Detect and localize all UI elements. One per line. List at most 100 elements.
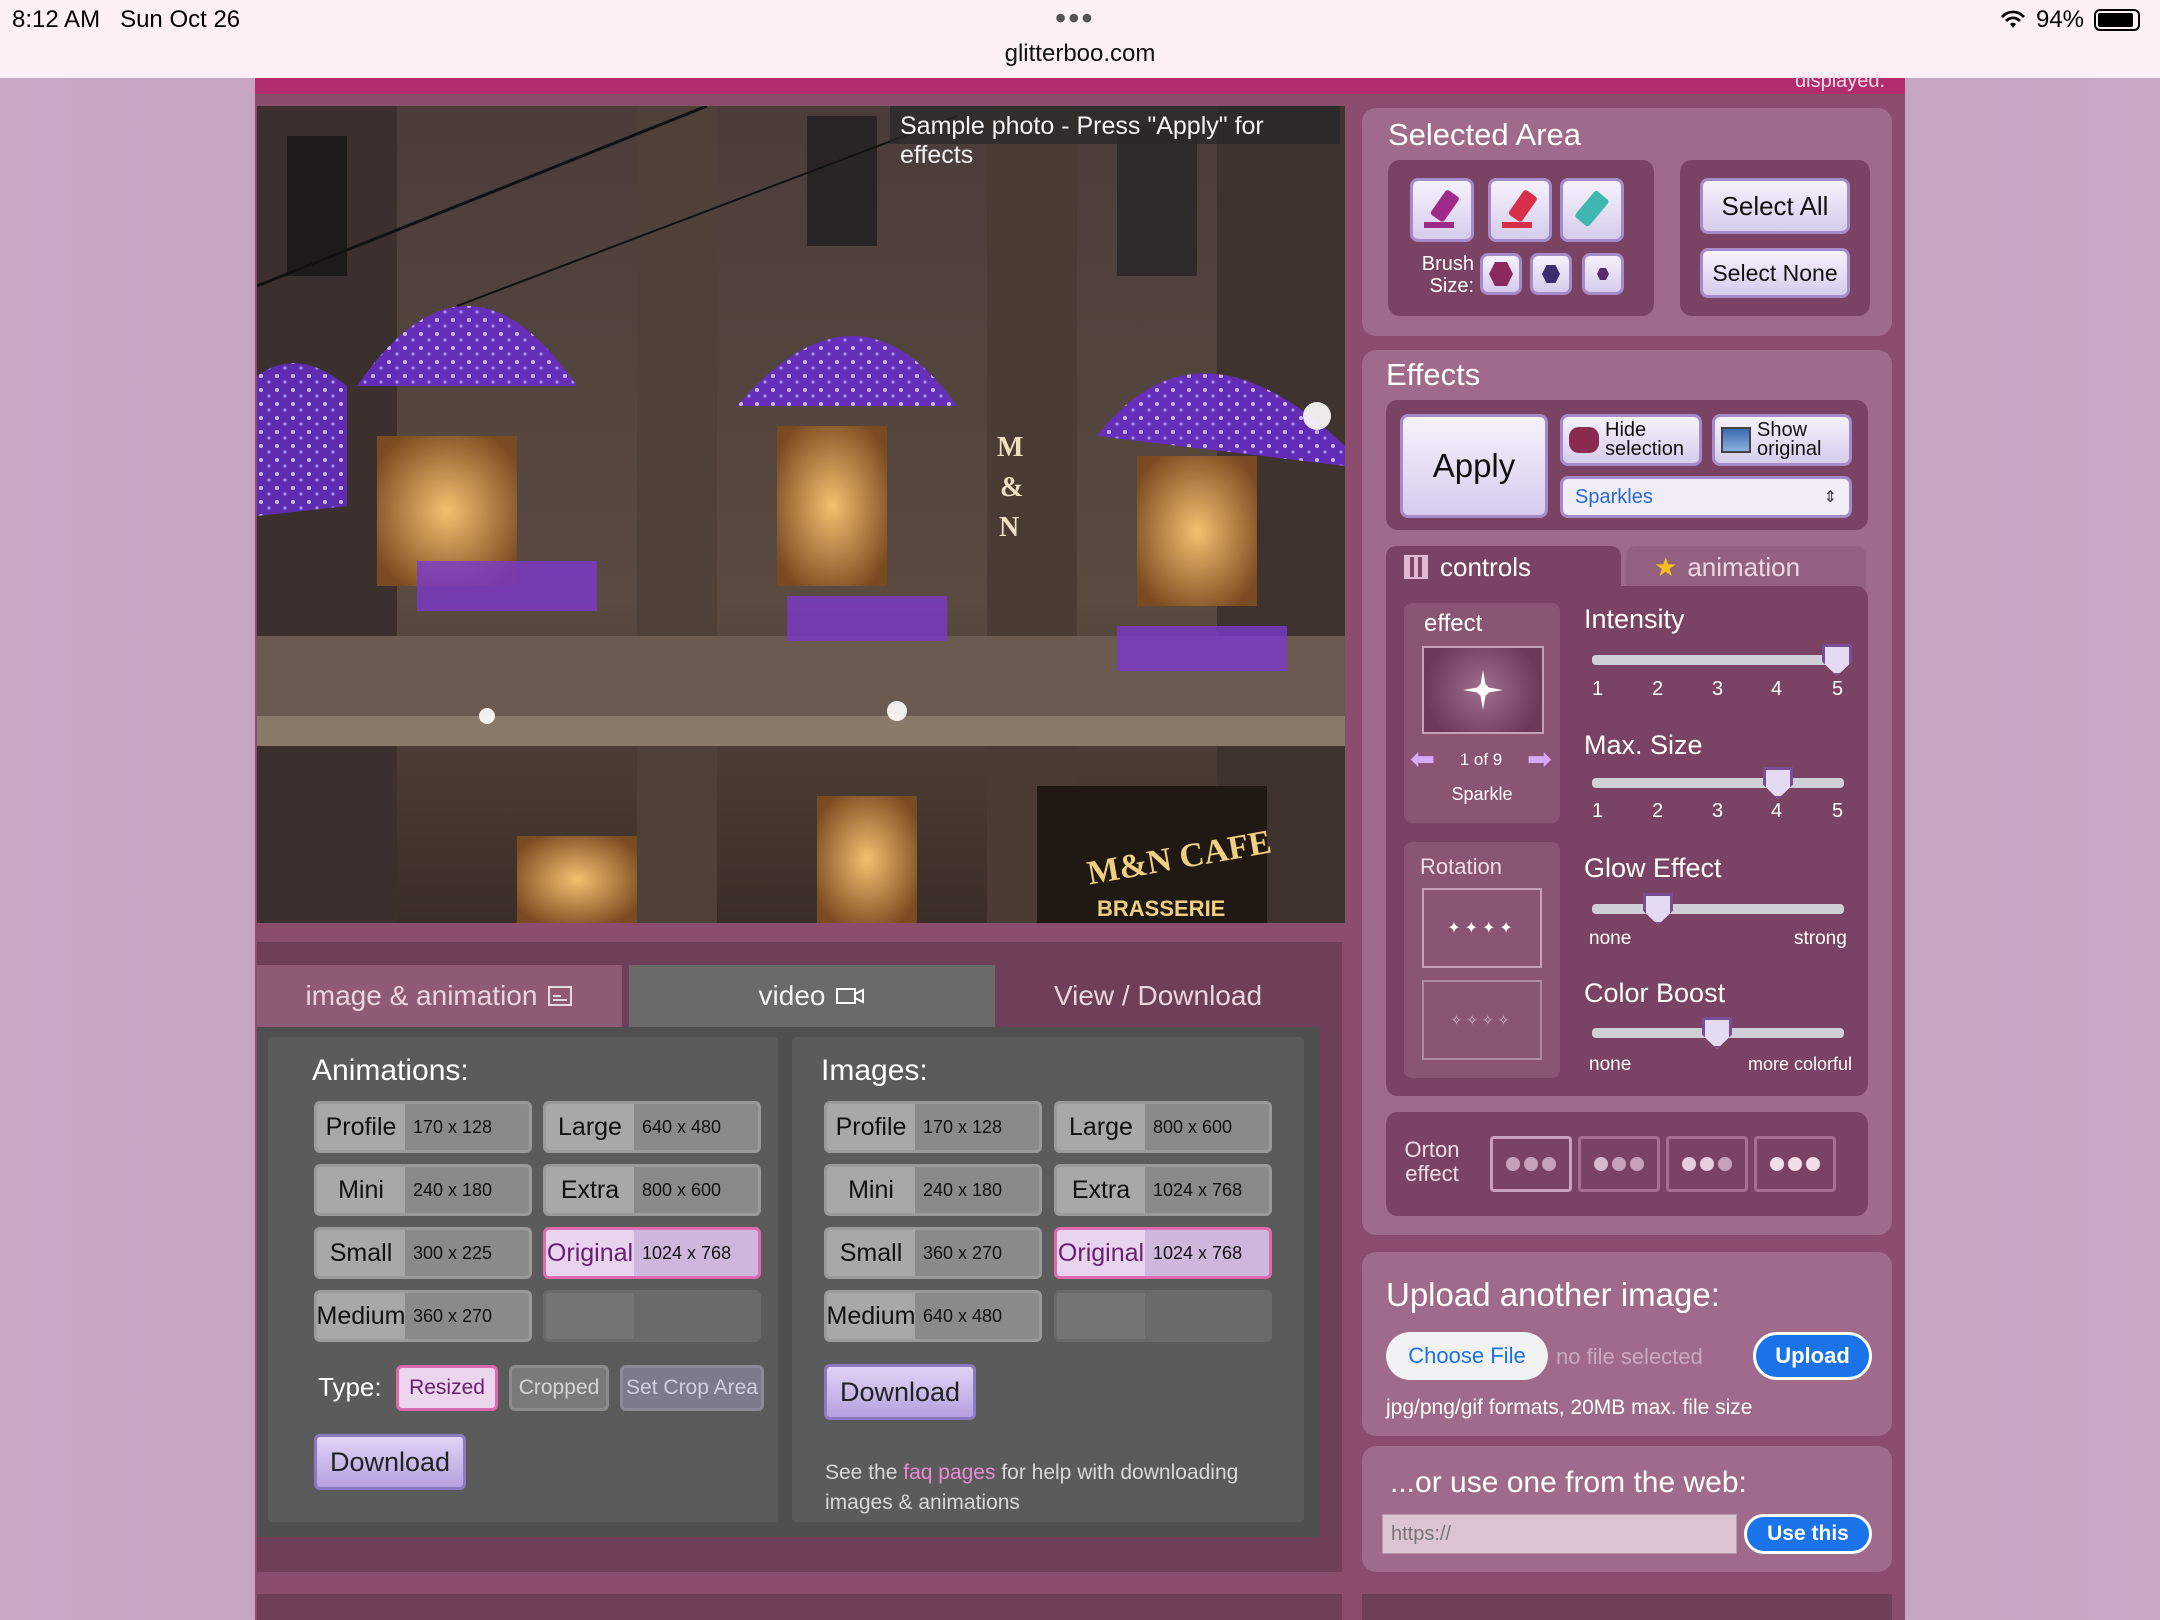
battery-icon — [2094, 9, 2140, 31]
tab-video[interactable]: video — [629, 965, 995, 1027]
upload-formats: jpg/png/gif formats, 20MB max. file size — [1386, 1396, 1753, 1419]
anim-size-large[interactable]: Large 640 x 480 — [543, 1101, 761, 1153]
brush-subtract-tool[interactable] — [1488, 178, 1552, 242]
faq-link[interactable]: faq pages — [903, 1461, 995, 1484]
effect-preview[interactable] — [1422, 646, 1544, 734]
select-none-button[interactable]: Select None — [1700, 248, 1850, 298]
photo-canvas[interactable]: M & N M&N CAFE BRASSERIE — [257, 106, 1345, 923]
effect-counter: 1 of 9 — [1459, 749, 1503, 769]
rotation-option-1[interactable]: ✦✦✦✦ — [1422, 888, 1542, 968]
tab-controls[interactable]: controls — [1386, 546, 1621, 588]
type-label: Type: — [318, 1372, 382, 1402]
photo-icon — [1721, 427, 1751, 453]
address-bar-url[interactable]: glitterboo.com — [0, 40, 2160, 68]
anim-size-mini[interactable]: Mini 240 x 180 — [314, 1164, 532, 1216]
brush-label-2: Size: — [1429, 275, 1474, 297]
more-dots-icon[interactable]: ••• — [1055, 0, 1095, 37]
hide-selection-button[interactable]: Hide selection — [1560, 414, 1702, 466]
intensity-label: Intensity — [1584, 604, 1685, 634]
size-name: Mini — [317, 1167, 405, 1213]
arrow-right-icon[interactable]: ➡ — [1527, 742, 1552, 777]
orton-option-4[interactable] — [1754, 1136, 1836, 1192]
orton-label-2: effect — [1405, 1161, 1459, 1186]
upload-title: Upload another image: — [1386, 1276, 1720, 1313]
anim-size-original[interactable]: Original 1024 x 768 — [543, 1227, 761, 1279]
animation-download-button[interactable]: Download — [314, 1434, 466, 1490]
glow-slider[interactable] — [1592, 904, 1844, 914]
rotation-option-2[interactable]: ✧✧✧✧ — [1422, 980, 1542, 1060]
choose-file-button[interactable]: Choose File — [1386, 1332, 1548, 1380]
size-name: Medium — [827, 1293, 915, 1339]
selection-icon — [1569, 427, 1599, 453]
effect-nav: ⬅ 1 of 9 ➡ — [1410, 742, 1552, 777]
tick: 1 — [1592, 800, 1604, 822]
img-size-small[interactable]: Small 360 x 270 — [824, 1227, 1042, 1279]
img-size-mini[interactable]: Mini 240 x 180 — [824, 1164, 1042, 1216]
bottom-panel-left — [257, 1594, 1342, 1620]
image-download-button[interactable]: Download — [824, 1364, 976, 1420]
upload-button[interactable]: Upload — [1753, 1332, 1872, 1380]
size-dims: 240 x 180 — [413, 1179, 493, 1200]
size-name: Medium — [317, 1293, 405, 1339]
brush-size-small[interactable] — [1582, 253, 1624, 295]
type-cropped-button[interactable]: Cropped — [509, 1365, 609, 1411]
arrow-left-icon[interactable]: ⬅ — [1410, 742, 1435, 777]
orton-option-3[interactable] — [1666, 1136, 1748, 1192]
tab-animation[interactable]: ★ animation — [1626, 546, 1866, 588]
sample-photo[interactable]: M & N M&N CAFE BRASSERIE — [257, 106, 1345, 923]
tick: 2 — [1652, 678, 1664, 700]
brush-size-large[interactable] — [1480, 253, 1522, 295]
intensity-slider[interactable] — [1592, 655, 1844, 665]
eraser-tool[interactable] — [1560, 178, 1624, 242]
img-size-original[interactable]: Original 1024 x 768 — [1054, 1227, 1272, 1279]
marker-red-icon — [1502, 190, 1537, 228]
select-all-button[interactable]: Select All — [1700, 178, 1850, 234]
size-dims: 800 x 600 — [1153, 1116, 1233, 1137]
tab-image-animation[interactable]: image & animation — [257, 965, 622, 1027]
tick: 4 — [1771, 678, 1783, 700]
img-size-medium[interactable]: Medium 640 x 480 — [824, 1290, 1042, 1342]
status-right: 94% — [2000, 6, 2140, 34]
size-name: Original — [546, 1230, 634, 1276]
anim-size-small[interactable]: Small 300 x 225 — [314, 1227, 532, 1279]
url-input[interactable] — [1382, 1514, 1737, 1554]
anim-size-medium[interactable]: Medium 360 x 270 — [314, 1290, 532, 1342]
size-name: Profile — [317, 1104, 405, 1150]
size-dims: 240 x 180 — [923, 1179, 1003, 1200]
type-resized-button[interactable]: Resized — [396, 1365, 498, 1411]
tab-view-download[interactable]: View / Download — [999, 965, 1317, 1027]
size-dims: 1024 x 768 — [642, 1242, 732, 1263]
orton-option-1[interactable] — [1490, 1136, 1572, 1192]
max-size-slider[interactable] — [1592, 778, 1844, 788]
images-heading: Images: — [821, 1054, 928, 1087]
tab-image-animation-label: image & animation — [305, 980, 538, 1011]
size-dims: 800 x 600 — [642, 1179, 722, 1200]
brush-add-tool[interactable] — [1410, 178, 1474, 242]
size-dims: 640 x 480 — [642, 1116, 722, 1137]
orton-option-2[interactable] — [1578, 1136, 1660, 1192]
effect-select[interactable]: Sparkles ⇕ — [1560, 476, 1852, 518]
eraser-icon — [1575, 191, 1609, 227]
size-name: Large — [1057, 1104, 1145, 1150]
use-this-button[interactable]: Use this — [1744, 1514, 1872, 1554]
apply-button[interactable]: Apply — [1400, 414, 1548, 518]
glow-max: strong — [1794, 928, 1847, 949]
show-original-button[interactable]: Show original — [1712, 414, 1852, 466]
set-crop-area-button[interactable]: Set Crop Area — [620, 1365, 764, 1411]
tick: 1 — [1592, 678, 1604, 700]
anim-size-profile[interactable]: Profile 170 x 128 — [314, 1101, 532, 1153]
help-line2: images & animations — [825, 1491, 1020, 1514]
photo-caption: Sample photo - Press "Apply" for effects — [890, 106, 1340, 169]
size-dims: 1024 x 768 — [1153, 1179, 1243, 1200]
max-size-label: Max. Size — [1584, 730, 1703, 760]
effects-title: Effects — [1386, 357, 1481, 392]
color-boost-max: more colorful — [1748, 1054, 1853, 1074]
effect-select-value: Sparkles — [1575, 485, 1653, 508]
rotation-sparkles-icon: ✦✦✦✦ — [1447, 920, 1517, 937]
brush-size-medium[interactable] — [1530, 253, 1572, 295]
size-dims: 640 x 480 — [923, 1305, 1003, 1326]
img-size-large[interactable]: Large 800 x 600 — [1054, 1101, 1272, 1153]
anim-size-extra[interactable]: Extra 800 x 600 — [543, 1164, 761, 1216]
img-size-profile[interactable]: Profile 170 x 128 — [824, 1101, 1042, 1153]
img-size-extra[interactable]: Extra 1024 x 768 — [1054, 1164, 1272, 1216]
